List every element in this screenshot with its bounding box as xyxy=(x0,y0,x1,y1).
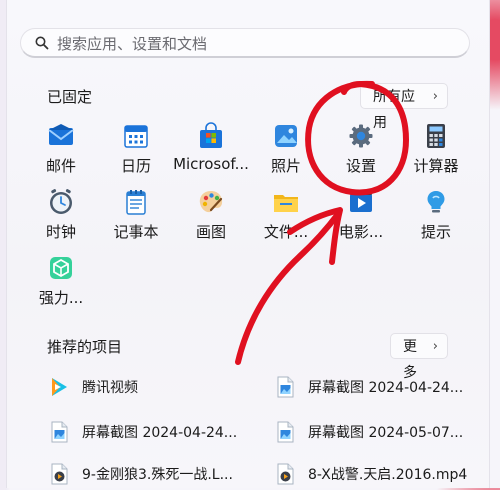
pinned-app-microsoft-store[interactable]: Microsof... xyxy=(171,122,251,188)
chevron-right-icon: › xyxy=(432,339,438,354)
pinned-app-paint[interactable]: 画图 xyxy=(171,188,251,254)
pinned-app-tips[interactable]: 提示 xyxy=(396,188,476,254)
search-input[interactable] xyxy=(55,32,459,56)
calendar-icon xyxy=(124,125,148,148)
app-label: 电影... xyxy=(338,223,384,241)
power-automate-icon xyxy=(50,257,72,279)
settings-gear-icon xyxy=(349,124,373,148)
paint-icon xyxy=(199,191,223,213)
app-label: 强力... xyxy=(38,289,84,307)
recommended-item-label: 8-X战警.天启.2016.mp4 xyxy=(308,467,468,483)
notepad-icon xyxy=(126,190,146,215)
photos-icon xyxy=(275,125,297,147)
app-label: 日历 xyxy=(120,157,151,175)
app-label: 计算器 xyxy=(413,157,459,175)
app-label: 时钟 xyxy=(45,223,76,241)
pinned-app-movies-tv[interactable]: 电影... xyxy=(321,188,401,254)
recommended-item-screenshot[interactable]: 屏幕截图 2024-04-24... xyxy=(274,373,489,403)
recommended-item-label: 腾讯视频 xyxy=(82,380,138,396)
calculator-icon xyxy=(427,124,445,148)
movies-tv-icon xyxy=(350,191,372,212)
app-label: 设置 xyxy=(345,157,376,175)
pinned-app-settings[interactable]: 设置 xyxy=(321,122,401,188)
recommended-item-label: 9-金刚狼3.殊死一战.L... xyxy=(82,467,233,483)
microsoft-store-icon xyxy=(200,122,222,148)
recommended-item-video[interactable]: 8-X战警.天启.2016.mp4 xyxy=(274,460,489,490)
more-button[interactable]: 更多 › xyxy=(390,333,448,381)
recommended-item-video[interactable]: 9-金刚狼3.殊死一战.L... xyxy=(48,460,263,490)
clock-icon xyxy=(50,189,72,214)
recommended-item-screenshot[interactable]: 屏幕截图 2024-04-24... xyxy=(48,418,263,448)
pinned-app-power-automate[interactable]: 强力... xyxy=(21,254,101,320)
search-box[interactable] xyxy=(20,28,470,58)
pinned-section-title: 已固定 xyxy=(47,88,93,106)
app-label: 照片 xyxy=(270,157,301,175)
chevron-right-icon: › xyxy=(432,89,438,104)
app-label: 文件... xyxy=(263,223,309,241)
pinned-app-mail[interactable]: 邮件 xyxy=(21,122,101,188)
recommended-item-label: 屏幕截图 2024-04-24... xyxy=(82,425,238,441)
mail-icon xyxy=(48,124,74,145)
recommended-item-screenshot[interactable]: 屏幕截图 2024-05-07... xyxy=(274,418,489,448)
app-label: Microsof... xyxy=(173,155,249,173)
video-file-icon xyxy=(277,463,294,485)
recommended-section-title: 推荐的项目 xyxy=(47,338,123,356)
app-label: 画图 xyxy=(195,223,226,241)
file-explorer-icon xyxy=(274,195,298,212)
image-file-icon xyxy=(277,421,294,443)
app-label: 邮件 xyxy=(45,157,76,175)
app-label: 提示 xyxy=(420,223,451,241)
app-label: 记事本 xyxy=(113,223,159,241)
image-file-icon xyxy=(51,421,68,443)
video-file-icon xyxy=(51,463,68,485)
recommended-item-label: 屏幕截图 2024-05-07... xyxy=(308,425,464,441)
search-icon xyxy=(35,36,49,50)
recommended-item-tencent-video[interactable]: 腾讯视频 xyxy=(48,373,263,403)
pinned-app-calendar[interactable]: 日历 xyxy=(96,122,176,188)
pinned-app-notepad[interactable]: 记事本 xyxy=(96,188,176,254)
pinned-app-clock[interactable]: 时钟 xyxy=(21,188,101,254)
tencent-video-icon xyxy=(52,378,67,396)
image-file-icon xyxy=(277,376,294,398)
pinned-app-photos[interactable]: 照片 xyxy=(246,122,326,188)
recommended-item-label: 屏幕截图 2024-04-24... xyxy=(308,380,464,396)
pinned-app-file-explorer[interactable]: 文件... xyxy=(246,188,326,254)
pinned-app-calculator[interactable]: 计算器 xyxy=(396,122,476,188)
all-apps-button[interactable]: 所有应用 › xyxy=(360,83,448,131)
tips-icon xyxy=(427,191,445,213)
